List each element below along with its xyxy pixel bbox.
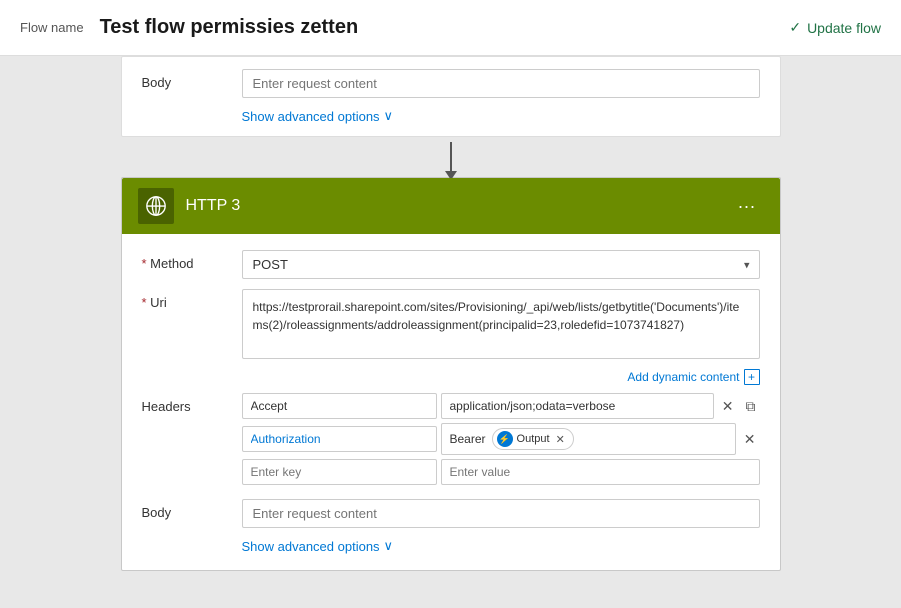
header-value-empty[interactable]	[441, 459, 760, 485]
advanced-options[interactable]: Show advanced options ∨	[142, 538, 760, 554]
http-icon	[138, 188, 174, 224]
header-row-accept: ✕ ⧉	[242, 393, 760, 419]
header-key-accept[interactable]	[242, 393, 437, 419]
advanced-options-partial[interactable]: Show advanced options ∨	[142, 108, 760, 124]
header-value-accept[interactable]	[441, 393, 714, 419]
body-label-partial: Body	[142, 69, 242, 90]
token-label: Output	[517, 433, 550, 445]
method-select-wrapper: POST GET PUT DELETE PATCH ▾	[242, 250, 760, 279]
uri-field-row: Uri https://testprorail.sharepoint.com/s…	[142, 289, 760, 359]
arrow-down	[450, 142, 452, 172]
delete-header-auth-button[interactable]: ✕	[740, 429, 760, 450]
http3-card: HTTP 3 ··· Method POST GET PUT DELETE	[121, 177, 781, 571]
advanced-options-label[interactable]: Show advanced options ∨	[242, 538, 394, 554]
flow-name-label: Flow name	[20, 20, 84, 35]
body-input-partial[interactable]	[242, 69, 760, 98]
header-key-empty[interactable]	[242, 459, 437, 485]
body-label: Body	[142, 499, 242, 520]
partial-card: Body Show advanced options ∨	[121, 56, 781, 137]
token-icon: ⚡	[497, 431, 513, 447]
uri-label: Uri	[142, 289, 242, 310]
card-menu-button[interactable]: ···	[730, 192, 764, 221]
card-body: Method POST GET PUT DELETE PATCH ▾	[122, 234, 780, 570]
output-token-chip: ⚡ Output ✕	[492, 428, 574, 450]
globe-icon	[145, 195, 167, 217]
uri-input[interactable]: https://testprorail.sharepoint.com/sites…	[242, 289, 760, 359]
dynamic-content-row: Add dynamic content +	[242, 369, 760, 385]
header-row-empty	[242, 459, 760, 485]
app-header: Flow name Test flow permissies zetten ✓ …	[0, 0, 901, 56]
headers-table: ✕ ⧉ Bearer ⚡ Output ✕	[242, 393, 760, 489]
method-label: Method	[142, 250, 242, 271]
flow-title: Test flow permissies zetten	[100, 16, 790, 39]
body-field-row: Body	[142, 499, 760, 528]
update-flow-button[interactable]: ✓ Update flow	[789, 19, 881, 36]
card-header: HTTP 3 ···	[122, 178, 780, 234]
body-input[interactable]	[242, 499, 760, 528]
method-field-row: Method POST GET PUT DELETE PATCH ▾	[142, 250, 760, 279]
copy-header-accept-button[interactable]: ⧉	[742, 396, 760, 417]
dynamic-content-link[interactable]: Add dynamic content +	[627, 369, 759, 385]
chevron-down-icon-partial: ∨	[384, 108, 394, 124]
method-select[interactable]: POST GET PUT DELETE PATCH	[242, 250, 760, 279]
header-row-authorization: Bearer ⚡ Output ✕ ✕	[242, 423, 760, 455]
delete-header-accept-button[interactable]: ✕	[718, 396, 738, 417]
auth-value-field: Bearer ⚡ Output ✕	[441, 423, 736, 455]
flow-container: Body Show advanced options ∨	[121, 56, 781, 571]
bearer-text: Bearer	[450, 432, 486, 446]
body-field-row-partial: Body	[142, 69, 760, 98]
check-icon: ✓	[789, 19, 801, 36]
arrow-connector	[121, 137, 781, 177]
flow-canvas: Body Show advanced options ∨	[0, 56, 901, 608]
plus-icon: +	[744, 369, 760, 385]
header-key-authorization[interactable]	[242, 426, 437, 452]
headers-label: Headers	[142, 393, 242, 414]
chevron-down-icon-card: ∨	[384, 538, 394, 554]
card-title: HTTP 3	[186, 197, 730, 215]
advanced-options-label-partial[interactable]: Show advanced options ∨	[242, 108, 394, 124]
headers-field-row: Headers ✕ ⧉ Bearer	[142, 393, 760, 489]
token-remove-button[interactable]: ✕	[556, 433, 565, 446]
